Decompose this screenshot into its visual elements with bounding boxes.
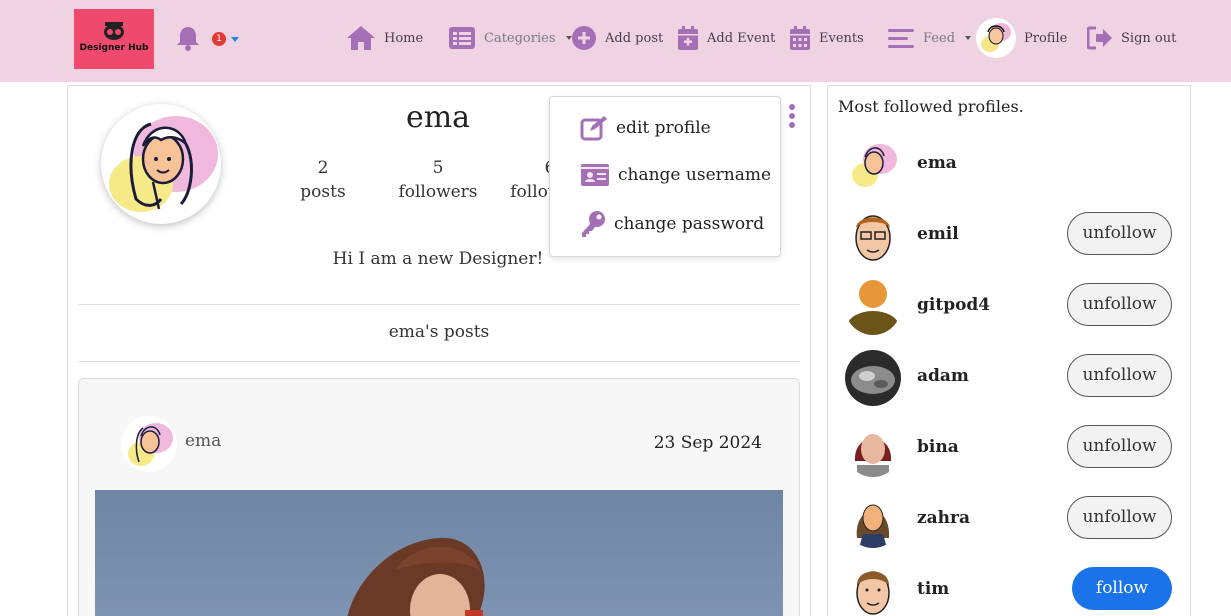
- profile-row-tim[interactable]: tim follow: [845, 563, 1175, 616]
- profile-name[interactable]: bina: [917, 437, 959, 457]
- avatar[interactable]: [845, 279, 901, 335]
- avatar[interactable]: [845, 137, 901, 193]
- profile-username: ema: [405, 100, 471, 135]
- menu-item-change-password[interactable]: change password: [580, 210, 764, 238]
- profile-name[interactable]: ema: [917, 153, 957, 173]
- notification-badge: 1: [212, 32, 226, 46]
- menu-item-change-username-label: change username: [618, 165, 772, 185]
- profile-row-bina[interactable]: bina unfollow: [845, 421, 1175, 481]
- profile-name[interactable]: emil: [917, 224, 959, 244]
- profile-row-emil[interactable]: emil unfollow: [845, 208, 1175, 268]
- follow-button[interactable]: follow: [1072, 567, 1172, 610]
- profile-options-menu: edit profile change username change pass…: [549, 96, 781, 257]
- key-icon: [582, 211, 605, 237]
- posts-section-title: ema's posts: [388, 322, 490, 342]
- stat-followers[interactable]: 5 followers: [383, 156, 493, 204]
- unfollow-button[interactable]: unfollow: [1067, 496, 1172, 539]
- nav-add-event[interactable]: Add Event: [677, 20, 775, 56]
- nav-profile[interactable]: Profile: [976, 18, 1067, 58]
- nav-home[interactable]: Home: [346, 20, 423, 56]
- post-image[interactable]: [95, 490, 783, 616]
- nav-categories[interactable]: Categories: [448, 20, 572, 56]
- chevron-down-icon: [965, 36, 972, 40]
- avatar[interactable]: [845, 208, 901, 264]
- nav-sign-out[interactable]: Sign out: [1087, 20, 1176, 56]
- top-navbar: Designer Hub 1 Home Categories Add post: [0, 0, 1231, 82]
- nav-home-label: Home: [384, 30, 424, 46]
- avatar[interactable]: [845, 421, 901, 477]
- post-author-name[interactable]: ema: [185, 431, 221, 451]
- profile-name[interactable]: tim: [917, 579, 949, 599]
- notification-dropdown-caret[interactable]: [231, 37, 239, 42]
- stat-posts-value: 2: [317, 158, 329, 178]
- profile-row-zahra[interactable]: zahra unfollow: [845, 492, 1175, 552]
- stat-posts-label: posts: [300, 182, 346, 202]
- home-icon: [347, 26, 375, 50]
- stat-followers-label: followers: [398, 182, 478, 202]
- stat-posts: 2 posts: [268, 156, 378, 204]
- edit-icon: [580, 116, 607, 141]
- nav-events-label: Events: [819, 30, 864, 46]
- menu-item-change-password-label: change password: [614, 214, 765, 234]
- unfollow-button[interactable]: unfollow: [1067, 425, 1172, 468]
- nav-add-event-label: Add Event: [707, 30, 776, 46]
- more-options-icon[interactable]: [788, 104, 796, 128]
- profile-row-gitpod4[interactable]: gitpod4 unfollow: [845, 279, 1175, 339]
- id-card-icon: [581, 164, 609, 186]
- sign-out-icon: [1087, 26, 1112, 50]
- profile-bio: Hi I am a new Designer!: [332, 249, 544, 269]
- designer-hub-logo[interactable]: Designer Hub: [74, 9, 154, 69]
- profile-avatar: [101, 104, 221, 224]
- calendar-icon: [790, 26, 810, 50]
- unfollow-button[interactable]: unfollow: [1067, 283, 1172, 326]
- menu-icon: [888, 29, 914, 48]
- menu-item-change-username[interactable]: change username: [580, 163, 771, 187]
- nav-feed[interactable]: Feed: [887, 20, 972, 56]
- nav-profile-label: Profile: [1024, 30, 1068, 46]
- list-icon: [449, 27, 475, 49]
- profile-name[interactable]: zahra: [917, 508, 970, 528]
- avatar[interactable]: [845, 563, 901, 616]
- nav-sign-out-label: Sign out: [1121, 30, 1177, 46]
- avatar[interactable]: [845, 492, 901, 548]
- profile-name[interactable]: adam: [917, 366, 969, 386]
- nav-feed-label: Feed: [923, 30, 956, 46]
- profile-name[interactable]: gitpod4: [917, 295, 990, 315]
- avatar[interactable]: [845, 350, 901, 406]
- avatar: [976, 18, 1016, 58]
- nav-add-post[interactable]: Add post: [571, 20, 663, 56]
- plus-circle-icon: [572, 26, 596, 50]
- sidebar-title: Most followed profiles.: [838, 97, 1024, 116]
- divider: [78, 361, 800, 362]
- divider: [78, 304, 800, 305]
- post-author-avatar[interactable]: [121, 416, 177, 472]
- post-date: 23 Sep 2024: [653, 433, 762, 453]
- nav-add-post-label: Add post: [605, 30, 664, 46]
- stat-followers-value: 5: [432, 158, 444, 178]
- bell-icon[interactable]: [176, 25, 200, 51]
- nav-categories-label: Categories: [484, 30, 556, 46]
- menu-item-edit-profile[interactable]: edit profile: [580, 115, 711, 141]
- unfollow-button[interactable]: unfollow: [1067, 212, 1172, 255]
- unfollow-button[interactable]: unfollow: [1067, 354, 1172, 397]
- menu-item-edit-profile-label: edit profile: [616, 118, 711, 138]
- logo-icon: [104, 22, 124, 40]
- profile-row-ema[interactable]: ema: [845, 137, 1175, 197]
- calendar-plus-icon: [678, 26, 698, 50]
- profile-row-adam[interactable]: adam unfollow: [845, 350, 1175, 410]
- logo-text: Designer Hub: [79, 43, 149, 53]
- nav-events[interactable]: Events: [789, 20, 864, 56]
